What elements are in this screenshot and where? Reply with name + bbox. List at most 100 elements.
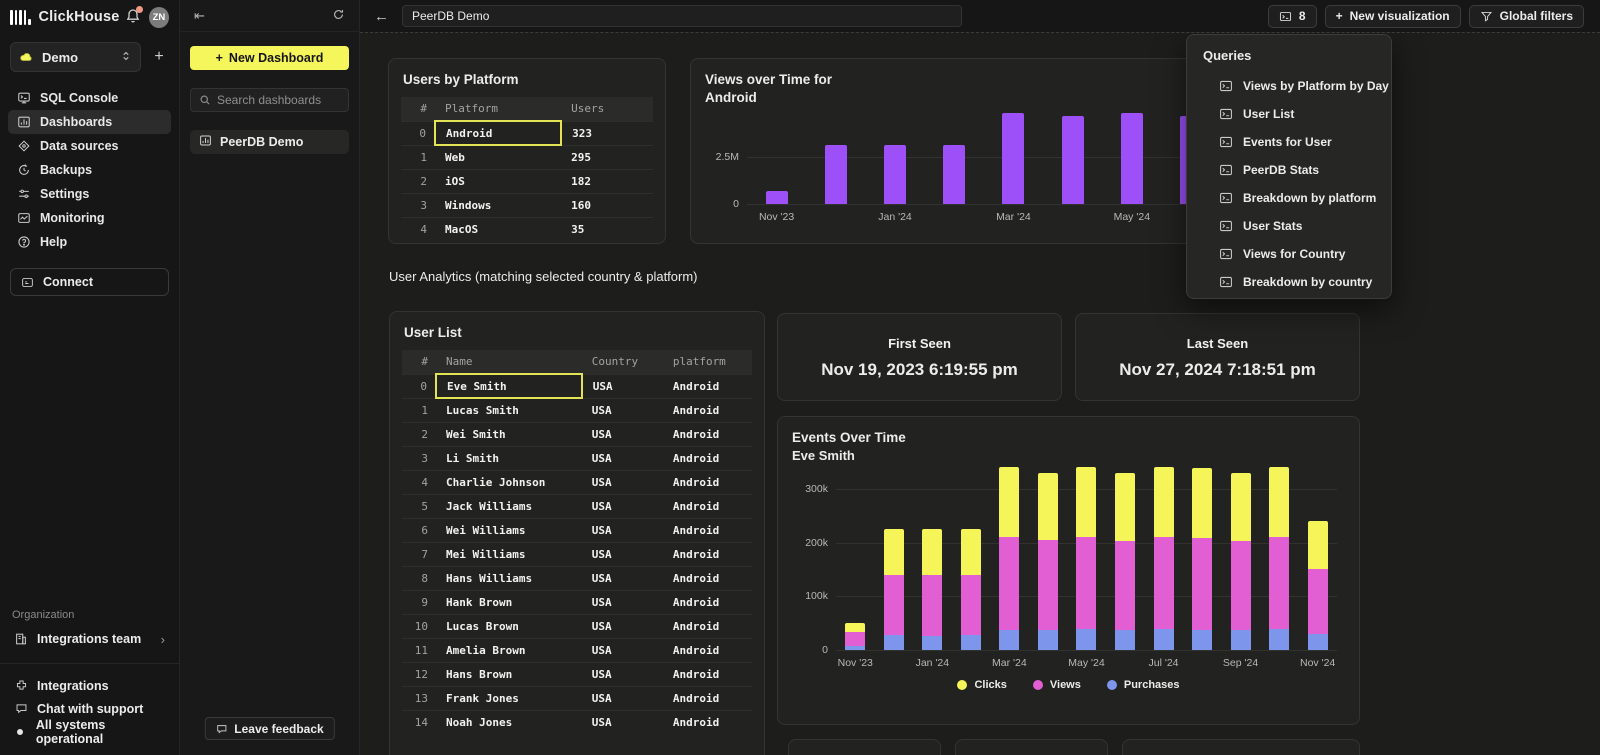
table-cell[interactable]: Android [663,590,752,614]
table-cell[interactable]: 0 [401,121,435,145]
table-cell[interactable]: Hank Brown [436,590,582,614]
table-cell[interactable]: MacOS [435,217,561,241]
table-cell[interactable]: Android [435,121,561,145]
table-cell[interactable]: 1 [402,398,436,422]
table-cell[interactable]: Android [663,638,752,662]
table-cell[interactable]: Android [663,662,752,686]
bar-feb24[interactable] [943,145,965,204]
table-cell[interactable]: 3 [402,446,436,470]
sidebar-item-sql-console[interactable]: SQL Console [8,86,171,110]
legend-item-clicks[interactable]: Clicks [957,679,1006,691]
table-cell[interactable]: 7 [402,542,436,566]
query-menu-item-peerdb-stats[interactable]: PeerDB Stats [1187,156,1391,184]
stacked-bar-aug24[interactable] [1192,468,1212,650]
table-cell[interactable]: Android [663,422,752,446]
connect-button[interactable]: Connect [10,268,169,296]
table-cell[interactable]: Charlie Johnson [436,470,582,494]
query-menu-item-user-stats[interactable]: User Stats [1187,212,1391,240]
table-cell[interactable]: Jack Williams [436,494,582,518]
stacked-bar-may24[interactable] [1076,467,1096,650]
table-cell[interactable]: Lucas Brown [436,614,582,638]
table-cell[interactable]: Li Smith [436,446,582,470]
table-cell[interactable]: USA [582,470,663,494]
table-cell[interactable]: Android [663,566,752,590]
query-menu-item-breakdown-by-platform[interactable]: Breakdown by platform [1187,184,1391,212]
bar-mar24[interactable] [1002,113,1024,204]
table-cell[interactable]: Android [663,446,752,470]
stacked-bar-jan24[interactable] [922,529,942,650]
queries-count-button[interactable]: 8 [1268,5,1317,28]
table-cell[interactable]: 160 [561,193,653,217]
table-cell[interactable]: USA [582,566,663,590]
sidebar-item-settings[interactable]: Settings [8,182,171,206]
sidebar-item-help[interactable]: Help [8,230,171,254]
query-menu-item-breakdown-by-country[interactable]: Breakdown by country [1187,268,1391,296]
collapse-panel-icon[interactable]: ⇤ [194,8,205,24]
sidebar-item-data-sources[interactable]: Data sources [8,134,171,158]
table-cell[interactable]: 4 [402,470,436,494]
stacked-bar-jul24[interactable] [1154,467,1174,650]
dashboard-list-item[interactable]: PeerDB Demo [190,130,349,154]
query-menu-item-user-list[interactable]: User List [1187,100,1391,128]
global-filters-button[interactable]: Global filters [1469,5,1584,28]
table-cell[interactable]: Wei Smith [436,422,582,446]
table-cell[interactable]: 1 [401,145,435,169]
sidebar-item-integrations-team[interactable]: Integrations team › [8,627,171,651]
stacked-bar-mar24[interactable] [999,467,1019,650]
bar-may24[interactable] [1121,113,1143,204]
table-cell[interactable]: Hans Williams [436,566,582,590]
table-cell[interactable]: 14 [402,710,436,734]
avatar[interactable]: ZN [149,7,169,28]
legend-item-views[interactable]: Views [1033,679,1081,691]
table-cell[interactable]: Amelia Brown [436,638,582,662]
bar-dec23[interactable] [825,145,847,204]
table-cell[interactable]: USA [582,398,663,422]
table-cell[interactable]: Android [663,518,752,542]
stacked-bar-apr24[interactable] [1038,473,1058,650]
notifications-bell-icon[interactable] [125,8,142,26]
table-cell[interactable]: Web [435,145,561,169]
leave-feedback-button[interactable]: Leave feedback [204,717,334,740]
stacked-bar-oct24[interactable] [1269,467,1289,650]
query-menu-item-views-by-platform-by-day[interactable]: Views by Platform by Day [1187,72,1391,100]
table-cell[interactable]: 10 [402,614,436,638]
bar-jan24[interactable] [884,145,906,204]
table-cell[interactable]: Android [663,614,752,638]
table-cell[interactable]: 6 [402,518,436,542]
table-cell[interactable]: Android [663,494,752,518]
table-cell[interactable]: Eve Smith [436,374,582,398]
table-cell[interactable]: Lucas Smith [436,398,582,422]
table-cell[interactable]: Frank Jones [436,686,582,710]
sidebar-footer-item-all-systems-operational[interactable]: All systems operational [8,720,171,743]
service-selector[interactable]: Demo [10,42,141,72]
table-cell[interactable]: 4 [401,217,435,241]
table-cell[interactable]: USA [582,710,663,734]
dashboard-title-input[interactable] [402,5,962,27]
table-cell[interactable]: USA [582,686,663,710]
search-input[interactable] [217,93,340,107]
table-cell[interactable]: 5 [402,494,436,518]
table-cell[interactable]: iOS [435,169,561,193]
new-visualization-button[interactable]: + New visualization [1325,5,1461,28]
stacked-bar-sep24[interactable] [1231,473,1251,650]
bar-nov23[interactable] [766,191,788,204]
table-cell[interactable]: 13 [402,686,436,710]
table-cell[interactable]: Mei Williams [436,542,582,566]
new-dashboard-button[interactable]: + New Dashboard [190,46,349,70]
refresh-icon[interactable] [332,8,345,24]
sidebar-footer-item-integrations[interactable]: Integrations [8,674,171,697]
add-service-button[interactable]: + [149,48,169,66]
table-cell[interactable]: 9 [402,590,436,614]
table-cell[interactable]: USA [582,614,663,638]
table-cell[interactable]: 3 [401,193,435,217]
table-cell[interactable]: USA [582,518,663,542]
table-cell[interactable]: 35 [561,217,653,241]
dashboard-search[interactable] [190,88,349,112]
legend-item-purchases[interactable]: Purchases [1107,679,1180,691]
table-cell[interactable]: USA [582,662,663,686]
table-cell[interactable]: Windows [435,193,561,217]
sidebar-item-dashboards[interactable]: Dashboards [8,110,171,134]
stacked-bar-jun24[interactable] [1115,473,1135,650]
table-cell[interactable]: Android [663,374,752,398]
table-cell[interactable]: USA [582,590,663,614]
